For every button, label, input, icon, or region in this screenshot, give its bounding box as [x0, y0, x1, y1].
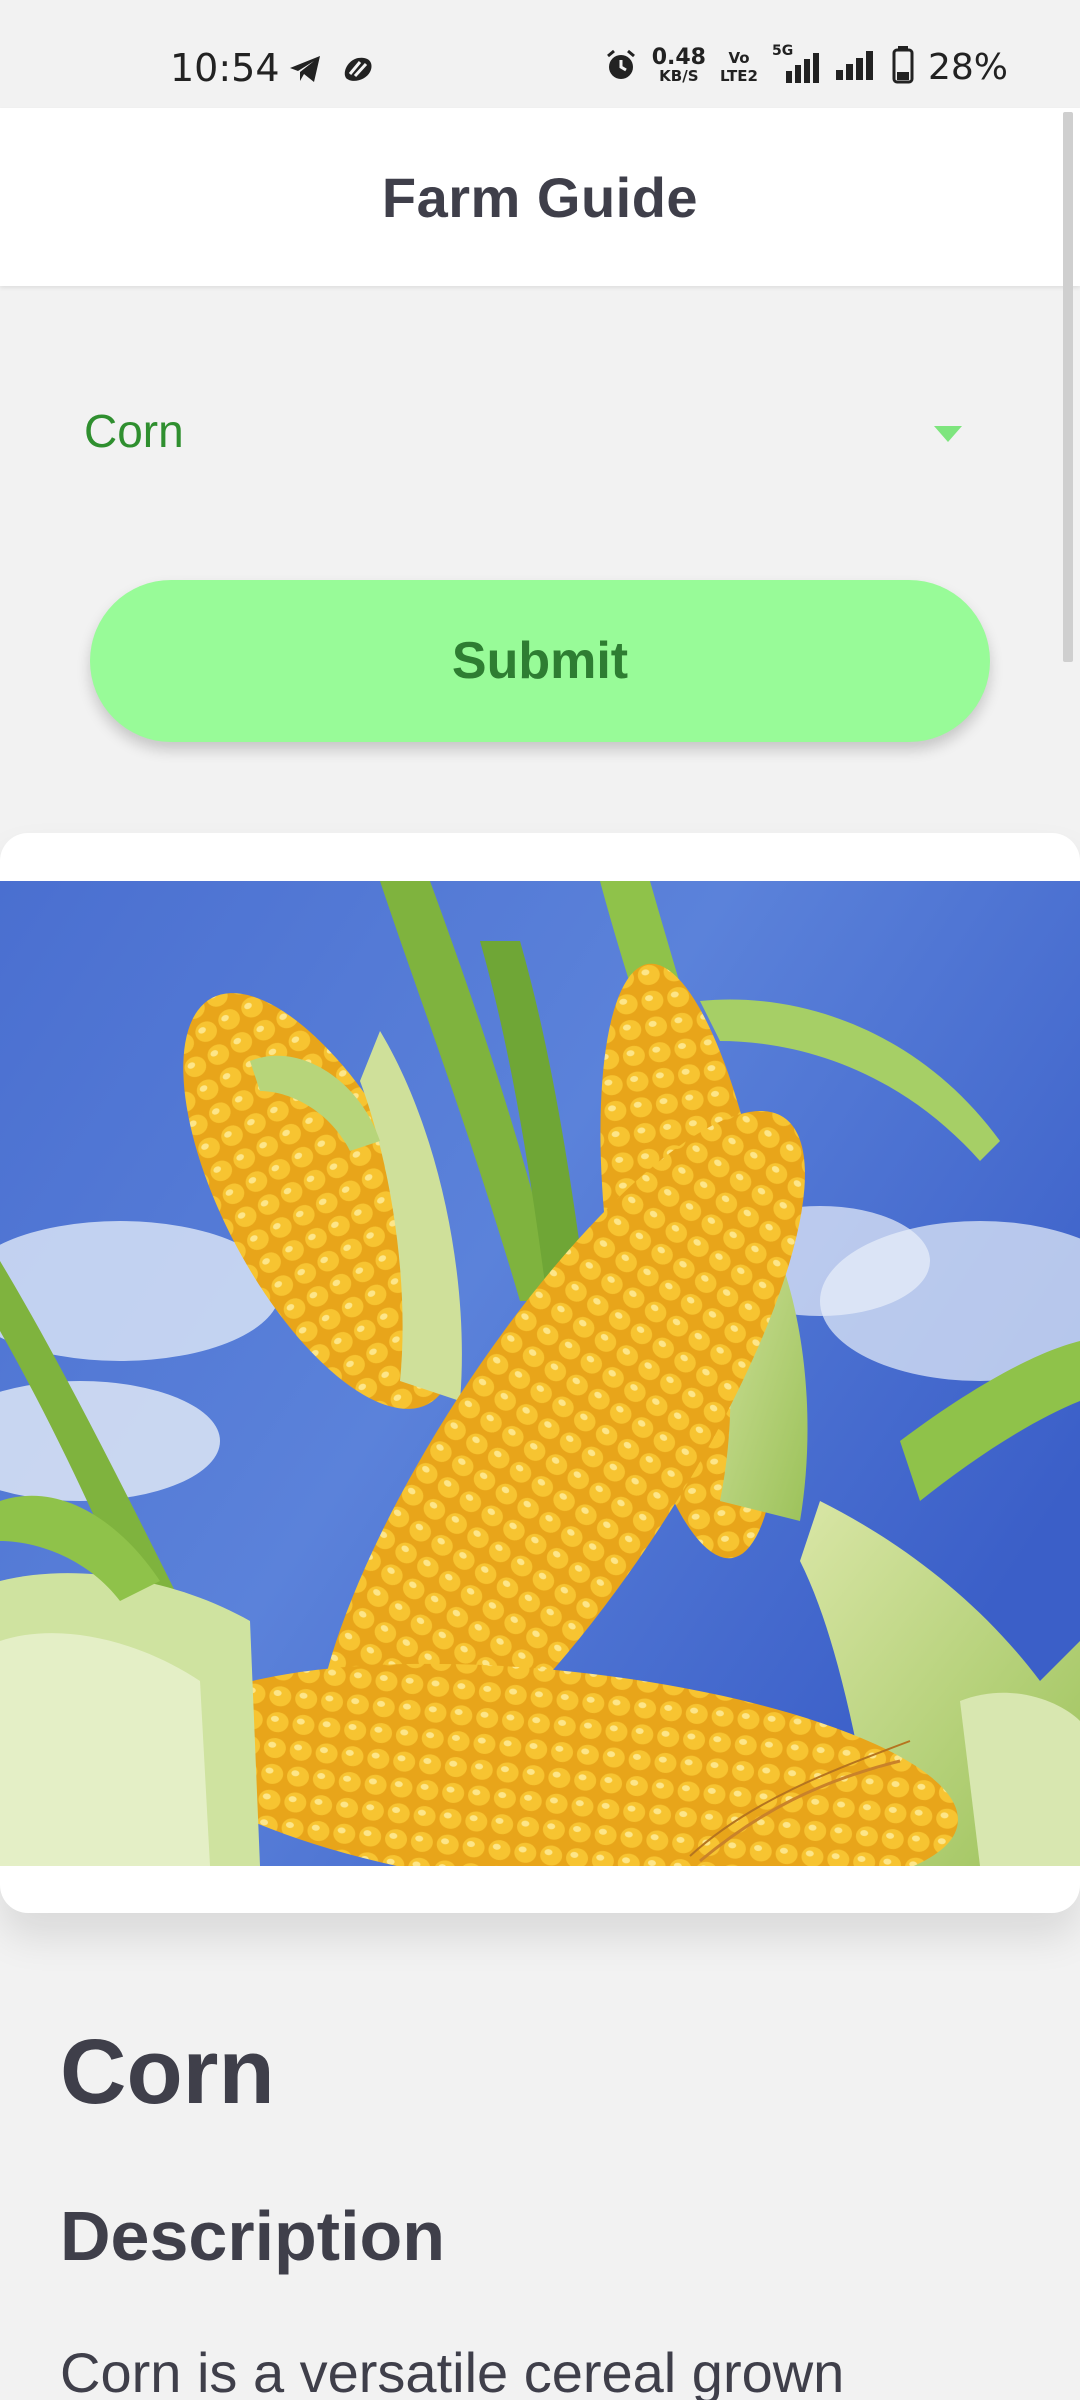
- battery-icon: [892, 46, 914, 88]
- volte-indicator: Vo LTE2: [720, 49, 758, 85]
- farm-guide-screen: 10:54 0.48 KB/S Vo LTE2 5G 28% Farm Guid…: [0, 0, 1080, 2400]
- crop-image: [0, 881, 1080, 1866]
- chevron-down-icon: [934, 426, 962, 442]
- status-time: 10:54: [170, 46, 280, 90]
- crop-name-heading: Corn: [60, 2021, 275, 2123]
- battery-percent: 28%: [927, 46, 1008, 88]
- status-bar: 10:54 0.48 KB/S Vo LTE2 5G 28%: [0, 0, 1080, 108]
- notification-icons: [288, 54, 376, 89]
- signal-icon: [834, 48, 878, 86]
- crop-image-card: [0, 833, 1080, 1913]
- signal-icon: 5G: [772, 43, 820, 85]
- submit-button[interactable]: Submit: [90, 580, 990, 742]
- status-right-icons: 0.48 KB/S Vo LTE2 5G 28%: [604, 43, 1008, 88]
- crop-select-value: Corn: [84, 405, 184, 457]
- alarm-icon: [604, 48, 638, 86]
- crop-select-dropdown[interactable]: Corn: [54, 390, 984, 480]
- volte-top: Vo: [728, 49, 750, 67]
- app-header: Farm Guide: [0, 108, 1080, 286]
- volte-bottom: LTE2: [719, 67, 758, 85]
- description-heading: Description: [60, 2197, 446, 2275]
- net-speed-unit: KB/S: [659, 67, 699, 85]
- app-notification-icon: [340, 54, 376, 89]
- scrollbar[interactable]: [1063, 112, 1073, 662]
- description-text: Corn is a versatile cereal grown: [60, 2341, 845, 2400]
- page-title: Farm Guide: [381, 165, 699, 229]
- telegram-icon: [288, 54, 322, 89]
- network-speed: 0.48 KB/S: [651, 45, 706, 86]
- net-speed-value: 0.48: [651, 45, 706, 70]
